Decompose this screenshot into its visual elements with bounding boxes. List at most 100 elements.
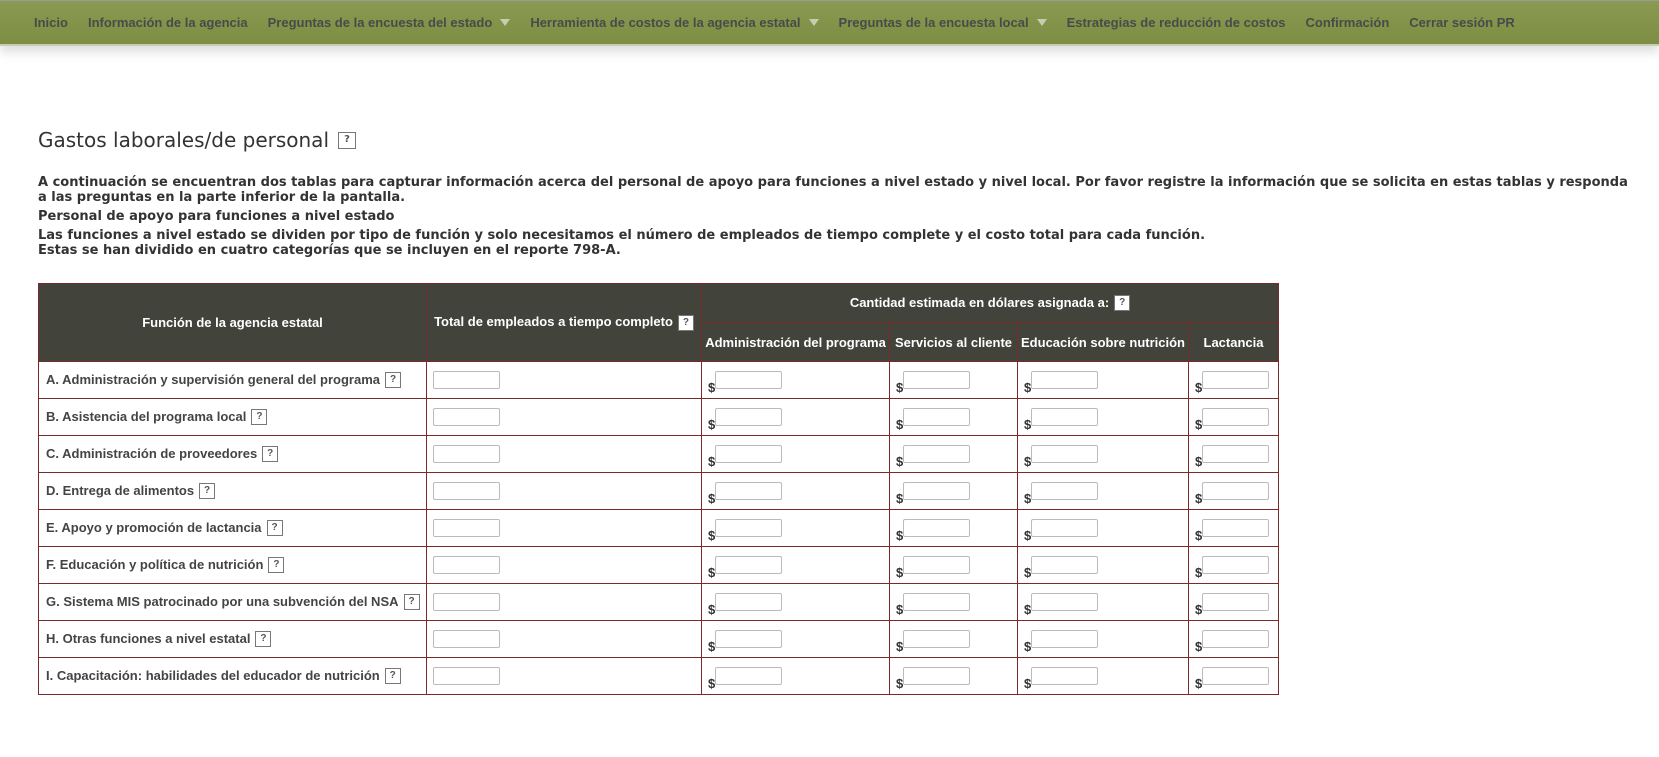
- amount-input[interactable]: [903, 519, 971, 537]
- amount-cell: $: [889, 657, 1018, 695]
- amount-input[interactable]: [1031, 371, 1099, 389]
- amount-input[interactable]: [1031, 519, 1099, 537]
- amount-cell: $: [1017, 546, 1189, 584]
- currency-symbol: $: [708, 676, 716, 691]
- amount-input[interactable]: [1031, 408, 1099, 426]
- table-row: C. Administración de proveedores? $ $ $ $: [38, 435, 1279, 473]
- help-icon[interactable]: ?: [251, 409, 268, 426]
- help-icon[interactable]: ?: [403, 594, 420, 611]
- fte-input[interactable]: [433, 408, 500, 426]
- amount-input[interactable]: [715, 408, 783, 426]
- amount-input[interactable]: [903, 556, 971, 574]
- help-icon[interactable]: ?: [384, 668, 401, 685]
- nav-item[interactable]: Preguntas de la encuesta del estado: [268, 15, 511, 30]
- currency-symbol: $: [896, 602, 904, 617]
- amount-input[interactable]: [1031, 445, 1099, 463]
- help-icon[interactable]: ?: [677, 314, 694, 331]
- currency-symbol: $: [896, 676, 904, 691]
- amount-input[interactable]: [1202, 482, 1270, 500]
- fte-input[interactable]: [433, 667, 500, 685]
- nav-item[interactable]: Cerrar sesión PR: [1409, 15, 1515, 30]
- amount-input[interactable]: [1031, 667, 1099, 685]
- fte-input[interactable]: [433, 630, 500, 648]
- amount-input[interactable]: [1031, 556, 1099, 574]
- amount-cell: $: [1017, 398, 1189, 436]
- help-icon[interactable]: ?: [266, 520, 283, 537]
- currency-symbol: $: [708, 454, 716, 469]
- amount-cell: $: [1188, 620, 1279, 658]
- help-icon[interactable]: ?: [1114, 295, 1131, 312]
- nav-item[interactable]: Confirmación: [1305, 15, 1389, 30]
- nav-item[interactable]: Información de la agencia: [88, 15, 248, 30]
- amount-input[interactable]: [715, 482, 783, 500]
- help-icon[interactable]: ?: [262, 446, 279, 463]
- amount-input[interactable]: [903, 371, 971, 389]
- header-function: Función de la agencia estatal: [38, 283, 427, 362]
- fte-cell: [426, 620, 702, 658]
- fte-input[interactable]: [433, 519, 500, 537]
- currency-symbol: $: [896, 565, 904, 580]
- amount-input[interactable]: [903, 630, 971, 648]
- caret-down-icon: [1036, 19, 1047, 26]
- amount-input[interactable]: [903, 445, 971, 463]
- intro-paragraph: Las funciones a nivel estado se dividen …: [38, 228, 1206, 243]
- nav-item-label: Herramienta de costos de la agencia esta…: [530, 15, 801, 30]
- fte-input[interactable]: [433, 371, 500, 389]
- help-icon[interactable]: ?: [385, 372, 401, 389]
- nav-item[interactable]: Herramienta de costos de la agencia esta…: [530, 15, 819, 30]
- amount-input[interactable]: [1202, 445, 1270, 463]
- function-label: F. Educación y política de nutrición: [46, 556, 264, 572]
- table-row: B. Asistencia del programa local? $ $ $ $: [38, 398, 1279, 436]
- amount-input[interactable]: [903, 482, 971, 500]
- help-icon[interactable]: ?: [338, 131, 356, 149]
- amount-cell: $: [889, 620, 1018, 658]
- amount-input[interactable]: [1031, 482, 1099, 500]
- fte-input[interactable]: [433, 593, 500, 611]
- intro-text: A continuación se encuentran dos tablas …: [38, 175, 1638, 262]
- function-label: G. Sistema MIS patrocinado por una subve…: [46, 593, 399, 609]
- header-subcol: Administración del programa: [701, 322, 890, 362]
- amount-input[interactable]: [1202, 667, 1270, 685]
- function-cell: B. Asistencia del programa local?: [38, 398, 427, 436]
- amount-input[interactable]: [1202, 519, 1270, 537]
- nav-item[interactable]: Estrategias de reducción de costos: [1067, 15, 1286, 30]
- fte-input[interactable]: [433, 556, 500, 574]
- amount-input[interactable]: [715, 519, 783, 537]
- fte-input[interactable]: [433, 482, 500, 500]
- fte-cell: [426, 361, 702, 399]
- amount-cell: $: [701, 546, 890, 584]
- amount-input[interactable]: [715, 371, 783, 389]
- amount-input[interactable]: [1202, 630, 1270, 648]
- amount-input[interactable]: [715, 593, 783, 611]
- amount-input[interactable]: [715, 630, 783, 648]
- header-group-label: Cantidad estimada en dólares asignada a:: [849, 294, 1110, 310]
- amount-input[interactable]: [1202, 556, 1270, 574]
- help-icon[interactable]: ?: [199, 483, 216, 500]
- amount-input[interactable]: [903, 667, 971, 685]
- amount-input[interactable]: [1202, 593, 1270, 611]
- amount-input[interactable]: [903, 408, 971, 426]
- amount-input[interactable]: [715, 556, 783, 574]
- currency-symbol: $: [1195, 602, 1203, 617]
- amount-cell: $: [889, 583, 1018, 621]
- amount-input[interactable]: [1031, 630, 1099, 648]
- currency-symbol: $: [1195, 417, 1203, 432]
- main-nav: Inicio Información de la agencia Preguntas…: [0, 0, 1659, 46]
- amount-input[interactable]: [1202, 408, 1270, 426]
- amount-cell: $: [701, 398, 890, 436]
- amount-input[interactable]: [1031, 593, 1099, 611]
- amount-input[interactable]: [903, 593, 971, 611]
- help-icon[interactable]: ?: [255, 631, 272, 648]
- caret-down-icon: [808, 19, 819, 26]
- amount-input[interactable]: [715, 445, 783, 463]
- nav-item[interactable]: Inicio: [34, 15, 68, 30]
- nav-item[interactable]: Preguntas de la encuesta local: [839, 15, 1047, 30]
- help-icon[interactable]: ?: [268, 557, 285, 574]
- currency-symbol: $: [896, 417, 904, 432]
- amount-cell: $: [1188, 583, 1279, 621]
- fte-input[interactable]: [433, 445, 500, 463]
- header-group: Cantidad estimada en dólares asignada a:…: [701, 283, 1279, 323]
- function-cell: H. Otras funciones a nivel estatal?: [38, 620, 427, 658]
- amount-input[interactable]: [1202, 371, 1270, 389]
- amount-input[interactable]: [715, 667, 783, 685]
